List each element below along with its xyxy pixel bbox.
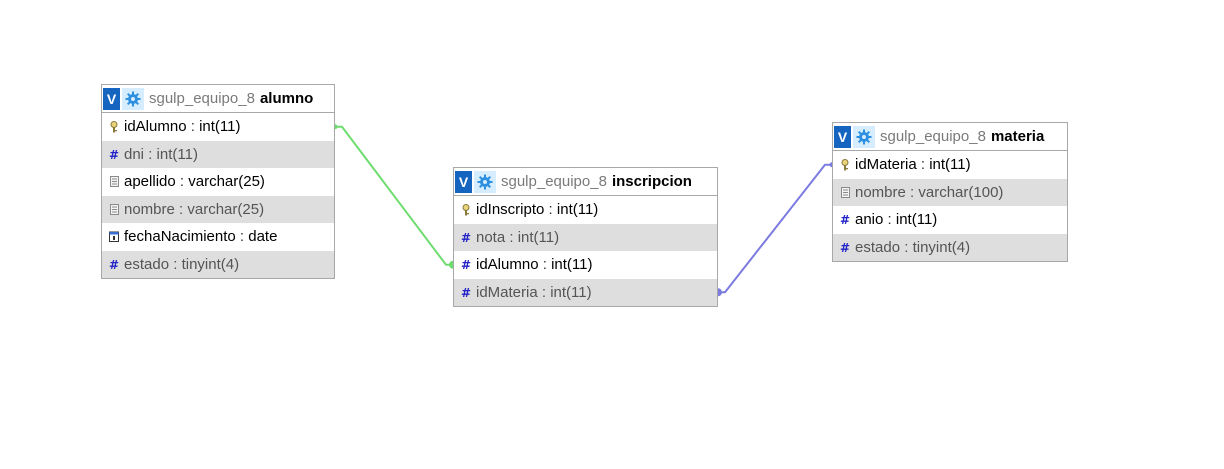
column-type: varchar(25) [187,200,265,218]
table-header[interactable]: V sgulp_equipo_8 alumno [102,85,334,113]
column-row-nombre[interactable]: nombre : varchar(100) [833,178,1067,206]
column-row-apellido[interactable]: apellido : varchar(25) [102,168,334,196]
database-name: sgulp_equipo_8 [880,128,986,145]
column-separator: : [900,238,913,256]
column-separator: : [175,173,189,191]
column-type: int(11) [929,156,971,174]
column-row-estado[interactable]: # estado : tinyint(4) [833,233,1067,261]
table-header[interactable]: V sgulp_equipo_8 inscripcion [454,168,717,196]
key-icon [840,158,850,171]
hash-icon: # [840,242,850,253]
hash-icon: # [109,149,119,160]
column-type: int(11) [199,118,241,136]
database-name: sgulp_equipo_8 [501,173,607,190]
column-separator: : [538,256,552,274]
column-name: anio [855,211,884,229]
column-separator: : [169,255,182,273]
column-row-anio[interactable]: # anio : int(11) [833,206,1067,234]
text-icon [840,186,850,198]
column-type: tinyint(4) [912,238,971,256]
column-type: varchar(25) [188,173,265,191]
column-separator: : [883,211,896,229]
table-name[interactable]: materia [991,128,1044,145]
column-type: int(11) [550,283,592,301]
table-inscripcion[interactable]: V sgulp_equipo_8 inscripcion idInscripto… [453,167,718,307]
text-icon [109,176,119,188]
hash-icon: # [461,232,471,243]
column-row-idMateria[interactable]: idMateria : int(11) [833,151,1067,179]
column-row-nota[interactable]: # nota : int(11) [454,223,717,251]
column-separator: : [905,183,919,201]
designer-canvas: V sgulp_equipo_8 alumno idAlumno : int(1… [0,0,1224,469]
relation-line-materia-inscripcion[interactable] [718,163,832,294]
column-name: nombre [124,200,175,218]
column-type: tinyint(4) [181,255,240,273]
table-header[interactable]: V sgulp_equipo_8 materia [833,123,1067,151]
text-icon [109,203,119,215]
column-separator: : [174,200,188,218]
column-separator: : [144,145,157,163]
hash-icon: # [461,259,471,270]
column-name: idAlumno [124,118,187,136]
column-row-idAlumno[interactable]: idAlumno : int(11) [102,113,334,141]
svg-text:#: # [840,214,850,225]
column-row-idAlumno[interactable]: # idAlumno : int(11) [454,251,717,279]
column-name: estado [124,255,170,273]
column-row-nombre[interactable]: nombre : varchar(25) [102,195,334,223]
table-name[interactable]: alumno [260,90,313,107]
column-name: fechaNacimiento [124,228,236,246]
key-icon [109,120,119,133]
column-separator: : [186,118,200,136]
date-icon [109,231,119,243]
gear-icon[interactable] [474,170,496,193]
column-type: varchar(100) [918,183,1004,201]
gear-icon[interactable] [853,125,875,148]
column-type: int(11) [556,201,599,219]
column-row-estado[interactable]: # estado : tinyint(4) [102,250,334,278]
svg-text:#: # [109,149,119,160]
svg-text:#: # [461,232,471,243]
column-name: nota [476,228,506,246]
column-name: idAlumno [476,256,539,274]
svg-text:#: # [109,259,119,270]
svg-text:#: # [461,287,471,298]
toggle-columns-button[interactable]: V [834,125,851,148]
table-name[interactable]: inscripcion [612,173,692,190]
toggle-columns-button[interactable]: V [103,87,120,110]
gear-icon[interactable] [122,87,144,110]
column-name: idMateria [855,156,917,174]
column-name: idMateria [476,283,538,301]
table-materia[interactable]: V sgulp_equipo_8 materia idMateria : int… [832,122,1068,262]
column-row-dni[interactable]: # dni : int(11) [102,140,334,168]
column-separator: : [916,156,930,174]
column-type: date [248,228,278,246]
hash-icon: # [109,259,119,270]
column-type: int(11) [551,256,593,274]
svg-text:#: # [840,242,850,253]
toggle-columns-button[interactable]: V [455,170,472,193]
key-icon [461,203,471,216]
relation-line-alumno-inscripcion[interactable] [335,125,453,266]
column-row-idInscripto[interactable]: idInscripto : int(11) [454,196,717,224]
column-name: apellido [124,173,176,191]
column-separator: : [537,283,551,301]
column-separator: : [505,228,518,246]
column-type: int(11) [895,211,938,229]
column-row-fechaNacimiento[interactable]: fechaNacimiento : date [102,223,334,251]
column-name: dni [124,145,145,163]
column-type: int(11) [517,228,560,246]
table-alumno[interactable]: V sgulp_equipo_8 alumno idAlumno : int(1… [101,84,335,279]
column-separator: : [544,201,557,219]
hash-icon: # [840,214,850,225]
svg-text:#: # [461,259,471,270]
hash-icon: # [461,287,471,298]
column-separator: : [235,228,249,246]
column-type: int(11) [156,145,198,163]
column-row-idMateria[interactable]: # idMateria : int(11) [454,278,717,306]
database-name: sgulp_equipo_8 [149,90,255,107]
column-name: nombre [855,183,906,201]
column-name: estado [855,238,901,256]
column-name: idInscripto [476,201,545,219]
